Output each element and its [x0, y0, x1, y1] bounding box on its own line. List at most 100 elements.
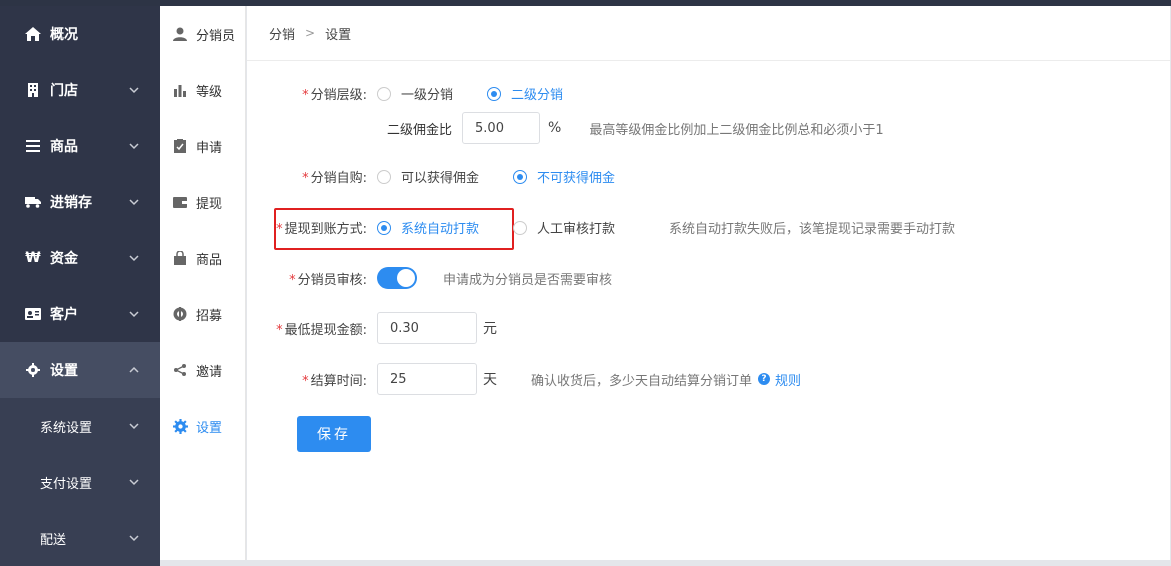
required-mark: * — [302, 88, 309, 103]
radio-circle — [377, 169, 391, 184]
building-icon — [24, 81, 42, 99]
sidebar-item-settings[interactable]: 设置 — [0, 342, 160, 398]
review-toggle[interactable] — [377, 267, 417, 289]
share-icon — [172, 362, 188, 378]
clipboard-check-icon — [172, 138, 188, 154]
commission-label: 二级佣金比 — [387, 122, 453, 138]
row-review: * 分销员审核: 申请成为分销员是否需要审核 — [247, 267, 612, 289]
row-settle-time: * 结算时间: 25 天 确认收货后，多少天自动结算分销订单 ? 规则 — [247, 363, 801, 395]
gear-icon — [24, 361, 42, 379]
secnav-item-recruit[interactable]: 招募 — [160, 286, 245, 342]
secnav-item-label: 商品 — [196, 252, 223, 268]
secnav-item-settings[interactable]: 设置 — [160, 398, 245, 454]
radio-circle — [513, 220, 528, 235]
chevron-down-icon — [129, 311, 139, 318]
radio-label: 二级分销 — [511, 88, 564, 103]
chevron-down-icon — [129, 143, 139, 150]
sidebar-subitem-payment-settings[interactable]: 支付设置 — [0, 454, 160, 510]
radio-level-one[interactable]: 一级分销 — [377, 84, 453, 103]
required-mark: * — [302, 373, 309, 389]
chevron-down-icon — [129, 535, 139, 542]
bag-icon — [172, 250, 188, 266]
field-label: 提现到账方式: — [284, 222, 367, 237]
commission-hint: 最高等级佣金比例加上二级佣金比例总和必须小于1 — [589, 122, 884, 138]
distribution-nav: 分销员 等级 申请 提现 商品 招募 邀请 设置 — [160, 6, 246, 560]
radio-circle — [377, 86, 391, 101]
field-label: 最低提现金额: — [284, 322, 367, 338]
radio-label: 不可获得佣金 — [537, 171, 616, 186]
secnav-item-label: 分销员 — [196, 28, 236, 44]
settings-panel: 分销 > 设置 * 分销层级: 一级分销 二级分销 二级佣金比 5.00 % 最高… — [247, 6, 1170, 560]
secnav-item-distributors[interactable]: 分销员 — [160, 6, 245, 62]
help-icon: ? — [758, 373, 771, 385]
commission-input[interactable]: 5.00 — [462, 112, 541, 144]
sidebar-item-funds[interactable]: ₩ 资金 — [0, 230, 160, 286]
breadcrumb-current: 设置 — [325, 27, 352, 43]
sidebar-item-label: 门店 — [50, 83, 78, 99]
radio-label: 人工审核打款 — [537, 222, 616, 237]
row-commission: 二级佣金比 5.00 % 最高等级佣金比例加上二级佣金比例总和必须小于1 — [387, 112, 884, 144]
withdraw-hint: 系统自动打款失败后，该笔提现记录需要手动打款 — [669, 222, 956, 237]
row-withdraw-method: * 提现到账方式: 系统自动打款 人工审核打款 系统自动打款失败后，该笔提现记录需… — [247, 218, 955, 237]
radio-self-purchase-no[interactable]: 不可获得佣金 — [513, 167, 615, 186]
required-mark: * — [276, 222, 283, 237]
sidebar-item-customers[interactable]: 客户 — [0, 286, 160, 342]
secnav-item-invite[interactable]: 邀请 — [160, 342, 245, 398]
min-withdraw-unit: 元 — [483, 321, 497, 337]
settle-time-unit: 天 — [483, 372, 497, 388]
id-card-icon — [24, 305, 42, 323]
commission-unit: % — [548, 120, 562, 136]
sidebar-item-label: 设置 — [50, 363, 78, 379]
secnav-item-applications[interactable]: 申请 — [160, 118, 245, 174]
secnav-item-label: 招募 — [196, 308, 223, 324]
won-icon: ₩ — [25, 250, 41, 266]
radio-withdraw-auto[interactable]: 系统自动打款 — [377, 218, 479, 237]
sidebar-item-label: 客户 — [50, 307, 78, 323]
row-distribution-level: * 分销层级: 一级分销 二级分销 — [247, 84, 597, 103]
radio-circle — [513, 169, 528, 184]
radio-circle — [487, 86, 502, 101]
bar-chart-icon — [172, 82, 188, 98]
required-mark: * — [302, 171, 309, 186]
secnav-item-withdraw[interactable]: 提现 — [160, 174, 245, 230]
chevron-down-icon — [129, 479, 139, 486]
chevron-up-icon — [129, 366, 139, 373]
chevron-down-icon — [129, 199, 139, 206]
radio-circle — [377, 220, 391, 235]
user-icon — [172, 26, 188, 42]
row-self-purchase: * 分销自购: 可以获得佣金 不可获得佣金 — [247, 167, 649, 186]
breadcrumb-distribution[interactable]: 分销 — [269, 24, 295, 43]
radio-level-two[interactable]: 二级分销 — [487, 84, 563, 103]
sidebar-item-store[interactable]: 门店 — [0, 62, 160, 118]
settings-submenu: 系统设置 支付设置 配送 — [0, 398, 160, 566]
sidebar-item-label: 支付设置 — [40, 476, 93, 492]
secnav-item-levels[interactable]: 等级 — [160, 62, 245, 118]
truck-icon — [24, 193, 42, 211]
sidebar-item-inventory[interactable]: 进销存 — [0, 174, 160, 230]
secnav-item-label: 申请 — [196, 140, 223, 156]
review-hint: 申请成为分销员是否需要审核 — [443, 272, 613, 288]
secnav-item-goods[interactable]: 商品 — [160, 230, 245, 286]
rules-link[interactable]: ? 规则 — [758, 370, 801, 389]
sidebar-item-overview[interactable]: 概况 — [0, 6, 160, 62]
settle-time-hint: 确认收货后，多少天自动结算分销订单 — [531, 373, 753, 389]
chevron-down-icon — [129, 87, 139, 94]
save-button[interactable]: 保存 — [297, 416, 371, 452]
home-icon — [24, 25, 42, 43]
min-withdraw-input[interactable]: 0.30 — [377, 312, 477, 344]
secnav-item-label: 提现 — [196, 196, 223, 212]
radio-self-purchase-yes[interactable]: 可以获得佣金 — [377, 167, 479, 186]
required-mark: * — [276, 322, 283, 338]
sidebar-item-goods[interactable]: 商品 — [0, 118, 160, 174]
field-label: 分销自购: — [310, 171, 367, 186]
radio-label: 系统自动打款 — [401, 222, 480, 237]
breadcrumb: 分销 > 设置 — [247, 6, 1170, 61]
wallet-icon — [172, 194, 188, 210]
sidebar-subitem-delivery[interactable]: 配送 — [0, 510, 160, 566]
sidebar-subitem-system-settings[interactable]: 系统设置 — [0, 398, 160, 454]
target-icon — [172, 306, 188, 322]
radio-withdraw-manual[interactable]: 人工审核打款 — [513, 218, 615, 237]
settle-time-input[interactable]: 25 — [377, 363, 477, 395]
radio-label: 可以获得佣金 — [401, 171, 480, 186]
field-label: 结算时间: — [310, 373, 367, 389]
